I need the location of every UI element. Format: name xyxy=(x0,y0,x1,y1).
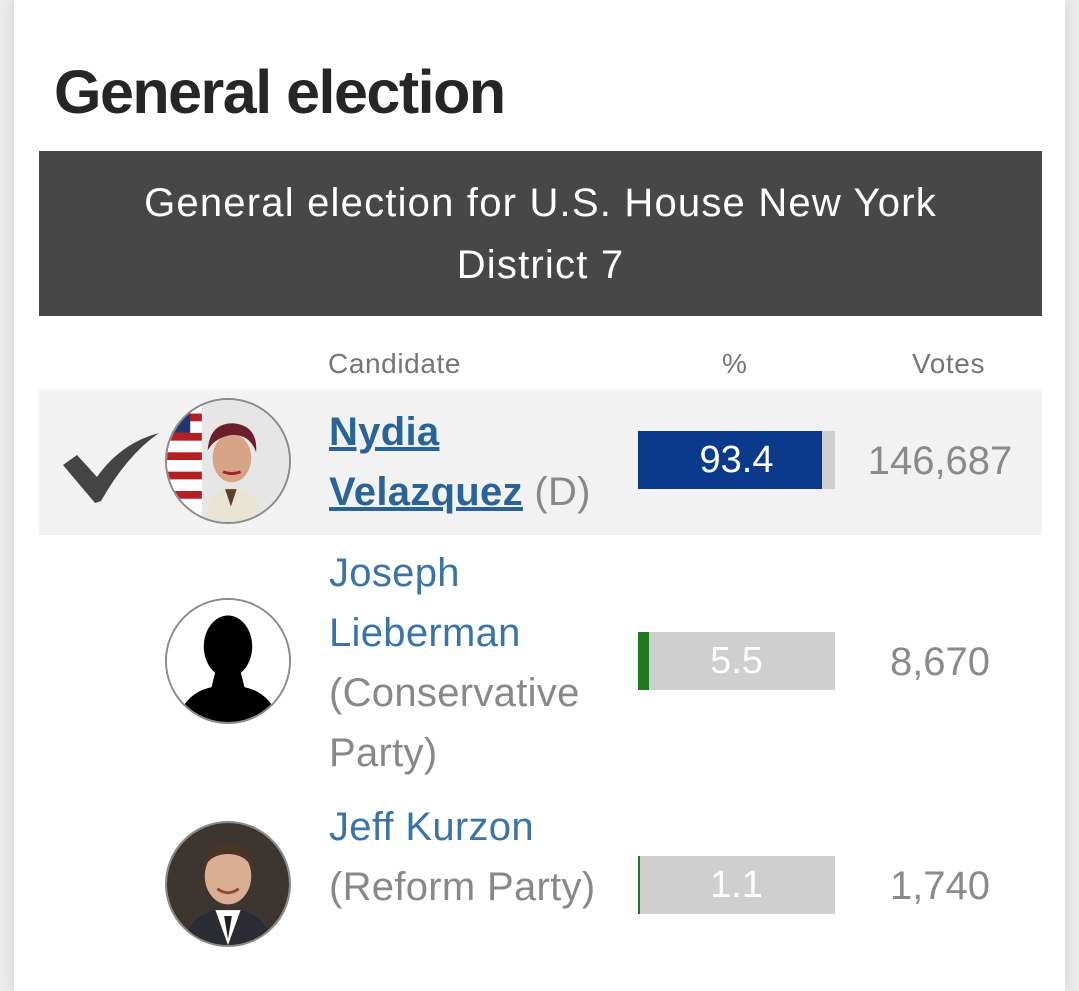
candidate-name-link[interactable]: Nydia Velazquez xyxy=(329,410,523,514)
percent-bar: 1.1 xyxy=(638,856,835,914)
winner-check-icon xyxy=(63,433,159,503)
percent-value: 1.1 xyxy=(710,864,763,906)
candidate-name-link[interactable]: Joseph Lieberman xyxy=(329,551,521,655)
percent-value: 93.4 xyxy=(699,439,774,481)
candidate-name-cell: Nydia Velazquez (D) xyxy=(329,402,619,522)
silhouette-icon xyxy=(165,598,291,724)
candidate-name-cell: Joseph Lieberman (Conservative Party) xyxy=(329,543,619,783)
candidate-party: (Reform Party) xyxy=(329,865,596,909)
percent-value: 5.5 xyxy=(710,640,763,682)
percent-bar: 5.5 xyxy=(638,632,835,690)
candidate-row: Jeff Kurzon (Reform Party) 1.1 1,740 xyxy=(39,797,1042,977)
candidate-photo-icon xyxy=(165,821,291,947)
percent-bar: 93.4 xyxy=(638,431,835,489)
candidate-name-link[interactable]: Jeff Kurzon xyxy=(329,805,534,849)
percent-column-header: % xyxy=(722,348,748,379)
candidate-party: (D) xyxy=(534,470,591,514)
vote-count: 146,687 xyxy=(867,439,1013,483)
vote-count: 1,740 xyxy=(889,864,991,908)
candidate-row: Nydia Velazquez (D) 93.4 146,687 xyxy=(39,389,1042,535)
candidate-name-cell: Jeff Kurzon (Reform Party) xyxy=(329,797,619,917)
candidate-party: (Conservative Party) xyxy=(329,671,580,775)
votes-column-header: Votes xyxy=(912,348,986,379)
candidate-row: Joseph Lieberman (Conservative Party) 5.… xyxy=(39,543,1042,780)
race-title: General election for U.S. House New York… xyxy=(144,180,937,287)
candidate-photo-icon xyxy=(165,398,291,524)
candidate-column-header: Candidate xyxy=(328,348,462,379)
vote-count: 8,670 xyxy=(889,640,991,684)
section-title: General election xyxy=(54,58,506,126)
race-header: General election for U.S. House New York… xyxy=(39,151,1042,316)
election-results-card: General election General election for U.… xyxy=(14,0,1065,991)
